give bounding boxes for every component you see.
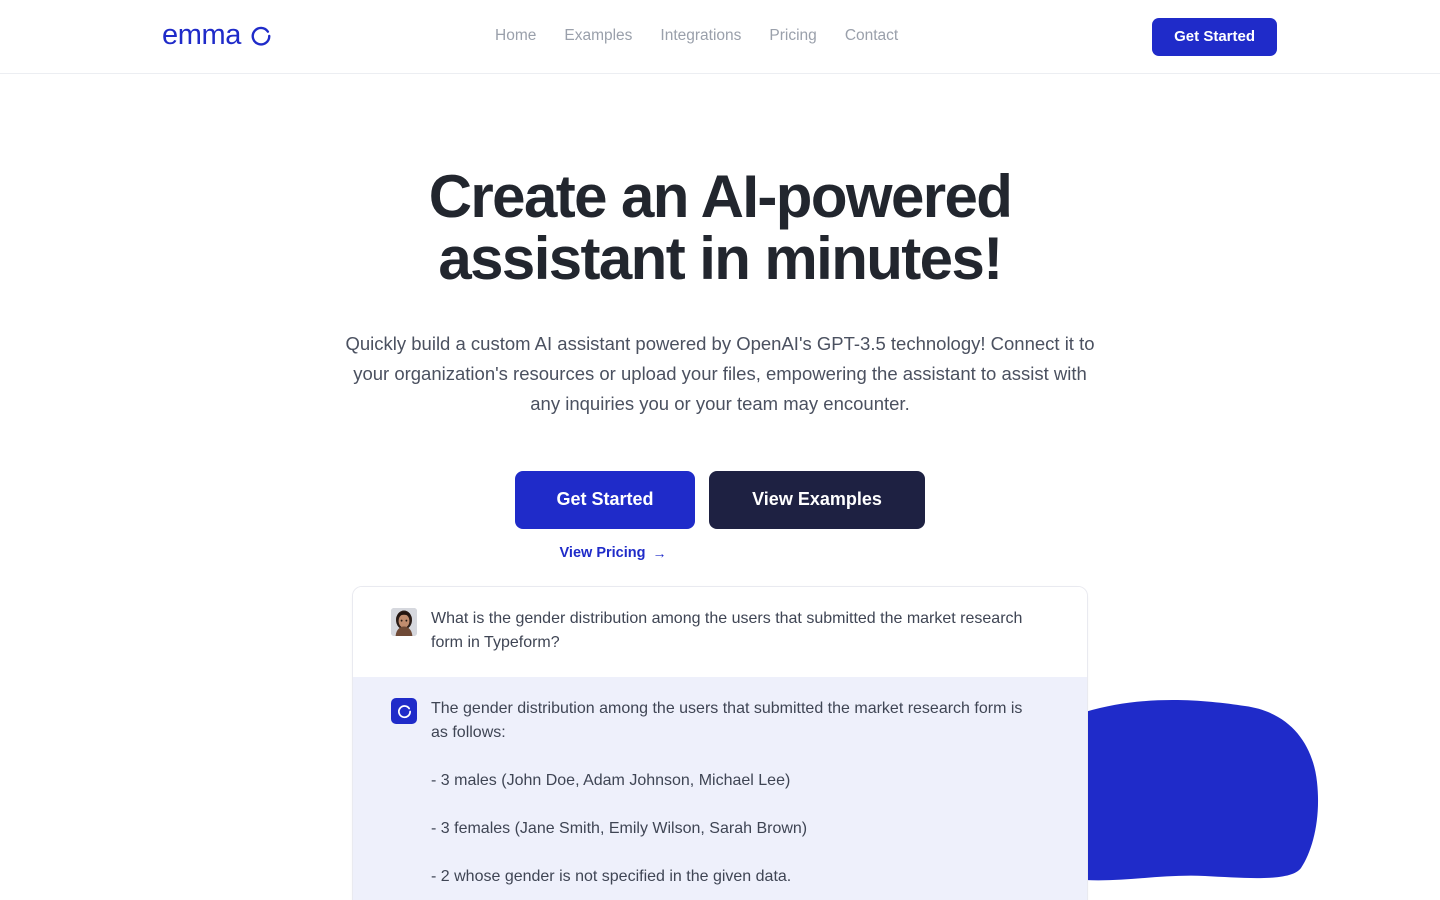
ring-logo-icon (250, 24, 272, 47)
nav-item-pricing[interactable]: Pricing (755, 25, 830, 47)
headline-line-1: Create an AI-powered (428, 163, 1013, 230)
hero-get-started-button[interactable]: Get Started (515, 470, 695, 529)
main-nav: Home Examples Integrations Pricing Conta… (495, 25, 912, 47)
chat-message-user: What is the gender distribution among th… (353, 587, 1087, 677)
blue-blob-shape (1085, 690, 1440, 900)
chat-message-assistant: The gender distribution among the users … (353, 677, 1087, 900)
assistant-paragraph-3: - 3 females (Jane Smith, Emily Wilson, S… (431, 820, 808, 837)
header-get-started-button[interactable]: Get Started (1152, 18, 1277, 56)
hero-cta-row: Get Started View Examples (0, 470, 1440, 529)
assistant-paragraph-2: - 3 males (John Doe, Adam Johnson, Micha… (431, 772, 791, 789)
page-title: Create an AI-powered assistant in minute… (400, 163, 1040, 293)
ring-logo-icon (391, 698, 417, 724)
logo-text: emma (162, 19, 241, 51)
nav-item-integrations[interactable]: Integrations (646, 25, 755, 47)
nav-item-home[interactable]: Home (495, 25, 550, 47)
view-pricing-label: View Pricing (559, 544, 646, 561)
logo[interactable]: emma (162, 21, 272, 50)
assistant-paragraph-1: The gender distribution among the users … (431, 700, 1023, 741)
chat-demo-card: What is the gender distribution among th… (352, 586, 1088, 900)
assistant-paragraph-4: - 2 whose gender is not specified in the… (431, 868, 792, 885)
site-header: emma Home Examples Integrations Pricing … (0, 0, 1440, 74)
hero-view-examples-button[interactable]: View Examples (709, 470, 925, 529)
view-pricing-link[interactable]: View Pricing → (560, 545, 667, 561)
hero-subtitle: Quickly build a custom AI assistant powe… (345, 332, 1095, 414)
user-message-body: What is the gender distribution among th… (431, 607, 1061, 655)
hero-section: Create an AI-powered assistant in minute… (0, 74, 1440, 562)
nav-item-contact[interactable]: Contact (831, 25, 912, 47)
user-avatar-photo (391, 608, 417, 636)
headline-line-2: assistant in minutes! (438, 225, 1003, 293)
assistant-message-body: The gender distribution among the users … (431, 697, 1061, 900)
user-message-text: What is the gender distribution among th… (431, 610, 1023, 651)
arrow-right-icon: → (652, 544, 667, 561)
view-pricing-row: View Pricing → (0, 529, 1440, 562)
nav-item-examples[interactable]: Examples (550, 25, 646, 47)
